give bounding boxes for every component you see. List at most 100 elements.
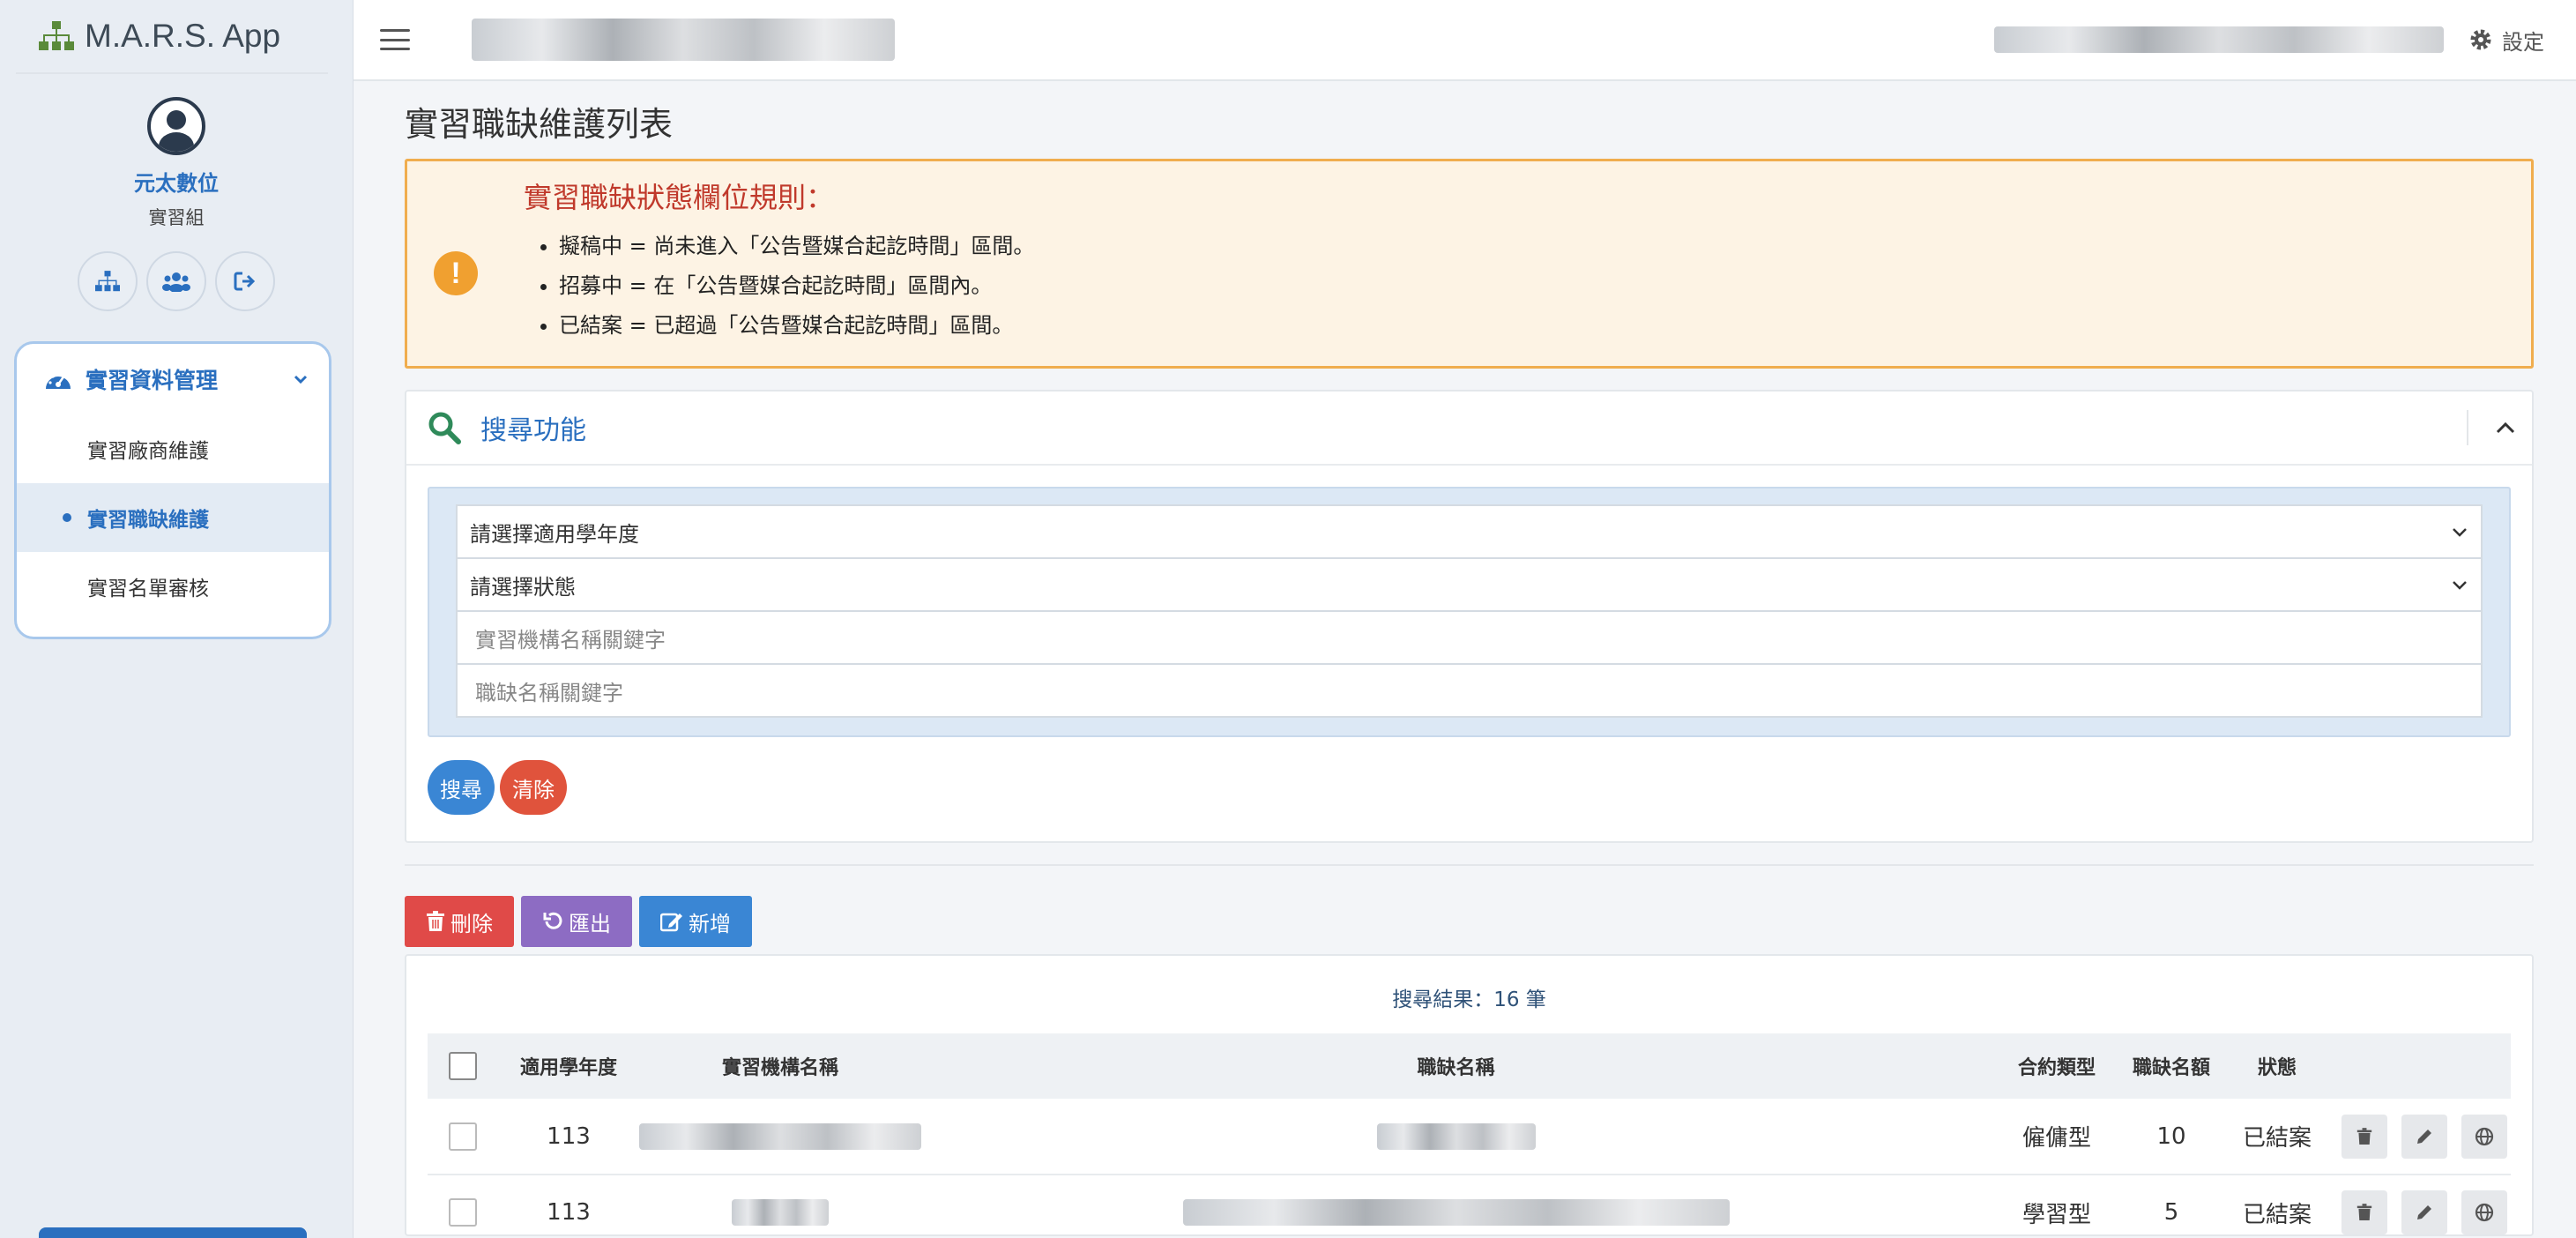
user-silhouette-icon [159, 110, 194, 152]
app-title: M.A.R.S. App [85, 18, 281, 54]
users-button[interactable] [146, 251, 206, 311]
trash-icon [2356, 1127, 2372, 1145]
active-indicator [63, 513, 71, 522]
sitemap-icon [95, 271, 120, 292]
cell-status: 已結案 [2242, 1201, 2312, 1228]
chevron-down-icon [2453, 581, 2467, 590]
pencil-icon [2417, 1205, 2431, 1219]
job-keyword-placeholder: 職缺名稱關鍵字 [475, 680, 623, 705]
delete-button[interactable]: 刪除 [405, 896, 514, 947]
row-actions [2334, 1190, 2511, 1234]
page-title: 實習職缺維護列表 [405, 105, 674, 144]
sidebar-item-label: 實習職缺維護 [87, 509, 209, 532]
delete-label: 刪除 [450, 911, 493, 936]
row-delete-button[interactable] [2341, 1190, 2387, 1234]
column-header[interactable]: 職缺名額 [2123, 1033, 2220, 1099]
logout-button[interactable] [215, 251, 275, 311]
sidebar-item-jobs[interactable]: 實習職缺維護 [17, 483, 329, 552]
globe-icon [2475, 1127, 2494, 1145]
column-header[interactable]: 適用學年度 [498, 1033, 639, 1099]
menu-section-label: 實習資料管理 [86, 368, 219, 393]
sidebar-menu: 實習資料管理 實習廠商維護 實習職缺維護 實習名單審核 [14, 341, 331, 639]
add-button[interactable]: 新增 [639, 896, 752, 947]
page-content: 實習職缺維護列表 ! 實習職缺狀態欄位規則： 擬稿中 = 尚未進入「公告暨媒合起… [354, 81, 2576, 1238]
edit-icon [660, 913, 682, 932]
add-label: 新增 [689, 911, 731, 936]
search-actions: 搜尋 清除 [406, 737, 2532, 841]
row-globe-button[interactable] [2461, 1114, 2507, 1159]
year-select[interactable]: 請選擇適用學年度 [456, 504, 2483, 559]
row-edit-button[interactable] [2401, 1114, 2447, 1159]
status-select-value: 請選擇狀態 [470, 574, 576, 600]
rules-title: 實習職缺狀態欄位規則： [524, 181, 835, 214]
sitemap-icon [39, 21, 74, 50]
globe-icon [2475, 1203, 2494, 1222]
exclamation-icon: ! [434, 251, 478, 295]
row-checkbox[interactable] [449, 1198, 477, 1227]
org-keyword-placeholder: 實習機構名稱關鍵字 [475, 627, 666, 653]
column-header[interactable]: 實習機構名稱 [639, 1033, 921, 1099]
select-all-checkbox[interactable] [449, 1052, 477, 1080]
table-header-row: 適用學年度 實習機構名稱 職缺名稱 合約類型 職缺名額 狀態 [428, 1033, 2511, 1099]
menu-section-internship-data[interactable]: 實習資料管理 [17, 344, 329, 414]
collapse-button[interactable] [2467, 410, 2516, 445]
export-label: 匯出 [569, 911, 611, 936]
cell-contract: 僱傭型 [2021, 1125, 2091, 1152]
profile-group: 實習組 [148, 207, 205, 228]
redacted-job-name [1376, 1122, 1536, 1150]
table-row: 113 僱傭型 10 已結案 [428, 1099, 2511, 1175]
row-globe-button[interactable] [2461, 1190, 2507, 1234]
app-brand[interactable]: M.A.R.S. App [16, 0, 328, 74]
cell-status: 已結案 [2242, 1125, 2312, 1152]
undo-icon [543, 912, 562, 929]
column-header[interactable]: 合約類型 [1991, 1033, 2123, 1099]
redacted-header-text [472, 19, 895, 61]
status-rules-alert: ! 實習職缺狀態欄位規則： 擬稿中 = 尚未進入「公告暨媒合起訖時間」區間。 招… [405, 159, 2534, 369]
results-panel: 搜尋結果：16 筆 適用學年度 實習機構名稱 職缺名稱 合約類型 職缺名額 狀態… [405, 954, 2534, 1236]
redacted-user-info [1994, 26, 2444, 53]
cell-year: 113 [547, 1122, 591, 1150]
settings-link[interactable]: 設定 [2468, 25, 2544, 56]
dashboard-gauge-icon [46, 372, 71, 389]
search-filters: 請選擇適用學年度 請選擇狀態 實習機構名稱關鍵字 職缺名稱關鍵字 [428, 487, 2511, 737]
section-divider [405, 864, 2534, 866]
sidebar-bottom-button[interactable] [39, 1227, 307, 1238]
rule-item: 招募中 = 在「公告暨媒合起訖時間」區間內。 [559, 268, 1034, 299]
search-panel-header: 搜尋功能 [406, 392, 2532, 466]
pencil-icon [2417, 1129, 2431, 1144]
export-button[interactable]: 匯出 [521, 896, 632, 947]
row-checkbox[interactable] [449, 1122, 477, 1151]
avatar [147, 97, 205, 155]
sidebar: M.A.R.S. App 元太數位 實習組 實習資料管理 實習廠商維護 實習職缺… [0, 0, 354, 1238]
search-button[interactable]: 搜尋 [428, 760, 495, 815]
row-delete-button[interactable] [2341, 1114, 2387, 1159]
logout-icon [234, 272, 256, 291]
chevron-up-icon [2496, 421, 2515, 434]
quick-actions [0, 251, 353, 311]
column-header[interactable]: 職缺名稱 [921, 1033, 1991, 1099]
sidebar-item-vendor[interactable]: 實習廠商維護 [17, 414, 329, 483]
search-panel-title: 搜尋功能 [480, 415, 586, 446]
job-keyword-input[interactable]: 職缺名稱關鍵字 [456, 663, 2483, 718]
cell-year: 113 [547, 1199, 591, 1226]
sidebar-item-label: 實習廠商維護 [87, 440, 209, 463]
year-select-value: 請選擇適用學年度 [470, 521, 639, 547]
user-profile: 元太數位 實習組 [0, 74, 353, 230]
column-header[interactable]: 狀態 [2220, 1033, 2334, 1099]
row-edit-button[interactable] [2401, 1190, 2447, 1234]
results-table: 適用學年度 實習機構名稱 職缺名稱 合約類型 職缺名額 狀態 113 僱傭型 1… [428, 1033, 2511, 1234]
status-select[interactable]: 請選擇狀態 [456, 557, 2483, 612]
sitemap-button[interactable] [78, 251, 138, 311]
rules-body: 實習職缺狀態欄位規則： 擬稿中 = 尚未進入「公告暨媒合起訖時間」區間。 招募中… [524, 174, 1034, 354]
clear-button[interactable]: 清除 [500, 760, 567, 815]
rule-item: 已結案 = 已超過「公告暨媒合起訖時間」區間。 [559, 308, 1034, 339]
table-row: 113 學習型 5 已結案 [428, 1175, 2511, 1234]
sidebar-item-review[interactable]: 實習名單審核 [17, 552, 329, 621]
redacted-job-name [1182, 1199, 1730, 1226]
result-count: 搜尋結果：16 筆 [1392, 988, 1546, 1011]
menu-toggle-icon[interactable] [380, 29, 410, 50]
users-icon [162, 272, 190, 292]
chevron-down-icon [294, 375, 308, 384]
org-keyword-input[interactable]: 實習機構名稱關鍵字 [456, 610, 2483, 665]
row-actions [2334, 1114, 2511, 1159]
